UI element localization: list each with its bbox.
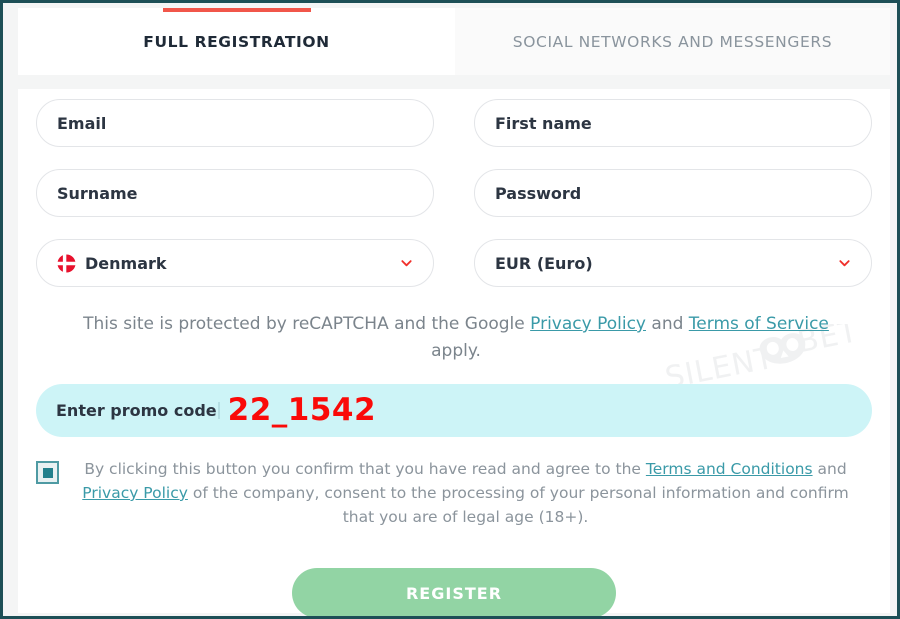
- promo-code-field[interactable]: Enter promo code 22_1542: [36, 384, 872, 437]
- password-field-label: Password: [495, 183, 582, 203]
- google-privacy-policy-link[interactable]: Privacy Policy: [530, 314, 646, 334]
- terms-text-part2: and: [812, 460, 847, 478]
- google-terms-of-service-link[interactable]: Terms of Service: [689, 314, 829, 334]
- active-tab-indicator: [162, 8, 311, 12]
- surname-field[interactable]: Surname: [36, 169, 434, 217]
- checkbox-check-icon: [42, 467, 53, 478]
- promo-code-caret: [217, 402, 220, 419]
- currency-select-label: EUR (Euro): [495, 253, 593, 273]
- country-select-label: Denmark: [85, 253, 167, 273]
- tab-social-networks-label: SOCIAL NETWORKS AND MESSENGERS: [512, 32, 833, 51]
- denmark-flag-icon: [57, 253, 76, 273]
- country-select[interactable]: Denmark: [36, 239, 434, 287]
- recaptcha-text-after: apply.: [431, 341, 481, 361]
- terms-text-part3: of the company, consent to the processin…: [187, 484, 849, 526]
- registration-page: FULL REGISTRATION SOCIAL NETWORKS AND ME…: [0, 0, 900, 619]
- email-field[interactable]: Email: [36, 99, 434, 147]
- tab-social-networks[interactable]: SOCIAL NETWORKS AND MESSENGERS: [455, 8, 890, 75]
- currency-select[interactable]: EUR (Euro): [474, 239, 872, 287]
- registration-fields: Email First name Surname Password Denmar…: [36, 99, 872, 287]
- recaptcha-text-middle: and: [646, 314, 689, 334]
- recaptcha-text-before: This site is protected by reCAPTCHA and …: [83, 314, 531, 334]
- password-field[interactable]: Password: [474, 169, 872, 217]
- promo-code-label: Enter promo code: [56, 401, 217, 420]
- terms-agreement-text: By clicking this button you confirm that…: [59, 457, 872, 529]
- registration-tab-bar: FULL REGISTRATION SOCIAL NETWORKS AND ME…: [18, 8, 890, 75]
- recaptcha-notice: This site is protected by reCAPTCHA and …: [78, 311, 834, 365]
- first-name-field-label: First name: [495, 113, 592, 133]
- tab-full-registration-label: FULL REGISTRATION: [143, 32, 330, 51]
- registration-form-card: Email First name Surname Password Denmar…: [18, 89, 890, 616]
- promo-code-value: 22_1542: [227, 392, 377, 428]
- privacy-policy-link[interactable]: Privacy Policy: [82, 484, 188, 502]
- register-button[interactable]: REGISTER: [292, 568, 616, 616]
- first-name-field[interactable]: First name: [474, 99, 872, 147]
- chevron-down-icon[interactable]: [400, 257, 413, 270]
- terms-and-conditions-link[interactable]: Terms and Conditions: [646, 460, 813, 478]
- terms-text-part1: By clicking this button you confirm that…: [84, 460, 646, 478]
- terms-checkbox[interactable]: [36, 461, 59, 484]
- surname-field-label: Surname: [57, 183, 138, 203]
- email-field-label: Email: [57, 113, 107, 133]
- chevron-down-icon[interactable]: [838, 257, 851, 270]
- terms-agreement-row: By clicking this button you confirm that…: [36, 457, 872, 529]
- tab-full-registration[interactable]: FULL REGISTRATION: [18, 8, 455, 75]
